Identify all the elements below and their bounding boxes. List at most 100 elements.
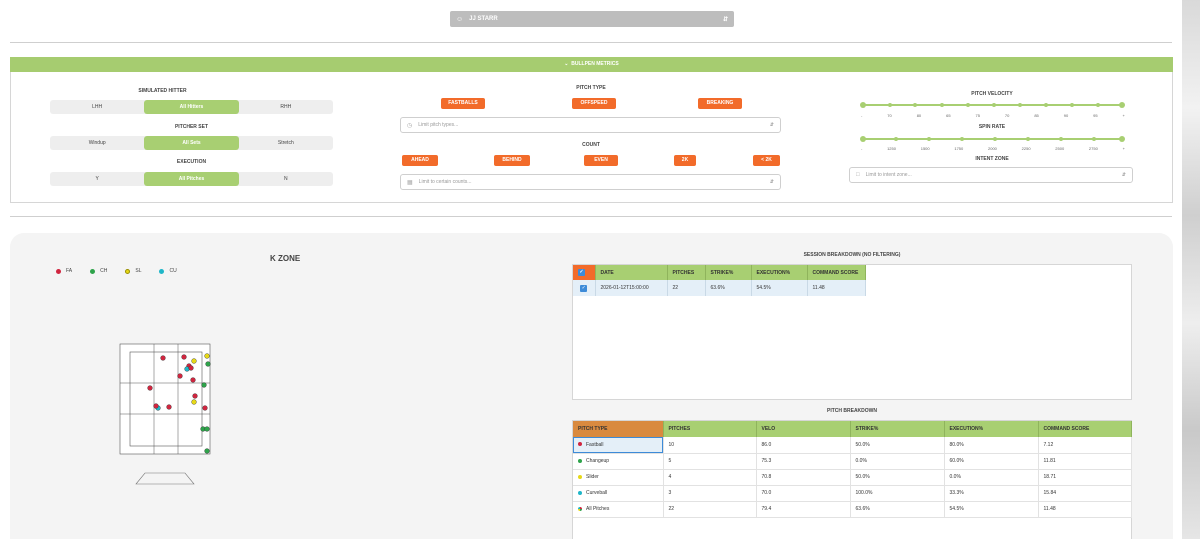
pitch-dot xyxy=(191,358,197,364)
tick-label: + xyxy=(1122,146,1125,151)
velocity-tick xyxy=(992,103,996,107)
pitch-dot xyxy=(204,448,210,454)
legend-item-sl: SL xyxy=(125,268,141,274)
user-select[interactable]: ☺ JJ STARR ⇵ xyxy=(450,11,734,27)
col-command[interactable]: COMMAND SCORE xyxy=(807,265,866,280)
velocity-tick xyxy=(888,103,892,107)
count-ahead-button[interactable]: AHEAD xyxy=(402,155,438,166)
table-row[interactable]: All Pitches 22 79.4 63.6% 54.5% 11.48 xyxy=(573,501,1132,518)
velocity-min-handle[interactable] xyxy=(860,102,866,108)
cell-execution: 60.0% xyxy=(944,453,1039,470)
multi-color-dot xyxy=(578,506,582,511)
pitcher-set-option-windup[interactable]: Windup xyxy=(50,136,144,150)
cell-pitches: 4 xyxy=(663,469,757,486)
session-table: ✓ DATE PITCHES STRIKE% EXECUTION% COMMAN… xyxy=(573,265,866,296)
legend-item-ch: CH xyxy=(90,268,107,274)
pitcher-set-option-all[interactable]: All Sets xyxy=(144,136,239,150)
bullpen-dashboard: ☺ JJ STARR ⇵ ⌄ BULLPEN METRICS SIMULATED… xyxy=(0,0,1200,539)
cell-date: 2026-01-12T15:00:00 xyxy=(595,280,668,296)
legend-label: CU xyxy=(169,268,177,274)
spin-tick xyxy=(1059,137,1063,141)
cell-velo: 79.4 xyxy=(756,501,851,518)
pitch-dot xyxy=(205,361,211,367)
col-execution[interactable]: EXECUTION% xyxy=(751,265,808,280)
count-behind-button[interactable]: BEHIND xyxy=(494,155,530,166)
pitch-type-fastballs-button[interactable]: FASTBALLS xyxy=(441,98,485,109)
count-2k-button[interactable]: 2K xyxy=(674,155,696,166)
velocity-tick xyxy=(940,103,944,107)
hitter-option-lhh[interactable]: LHH xyxy=(50,100,144,114)
pitch-type-label: Changeup xyxy=(586,458,610,464)
col-velo[interactable]: VELO xyxy=(756,421,851,437)
count-less-2k-button[interactable]: < 2K xyxy=(753,155,780,166)
intent-zone-select[interactable]: □ Limit to intent zone... ⇵ xyxy=(849,167,1133,183)
select-all-checkbox[interactable]: ✓ xyxy=(573,265,596,280)
velocity-slider[interactable] xyxy=(860,102,1125,108)
cell-pitch-type[interactable]: All Pitches xyxy=(573,501,664,518)
pitch-type-breaking-button[interactable]: BREAKING xyxy=(698,98,742,109)
count-even-button[interactable]: EVEN xyxy=(584,155,618,166)
col-date[interactable]: DATE xyxy=(595,265,668,280)
cell-pitches: 22 xyxy=(663,501,757,518)
col-pitches[interactable]: PITCHES xyxy=(663,421,757,437)
hitter-title: SIMULATED HITTER xyxy=(138,88,187,94)
hitter-option-rhh[interactable]: RHH xyxy=(239,100,333,114)
row-checkbox[interactable]: ✓ xyxy=(573,280,596,296)
cell-execution: 33.3% xyxy=(944,485,1039,502)
calendar-icon: ▦ xyxy=(407,179,413,186)
col-pitches[interactable]: PITCHES xyxy=(667,265,706,280)
pitch-type-select[interactable]: ◷ Limit pitch types... ⇵ xyxy=(400,117,781,133)
pitch-breakdown-container: PITCH TYPE PITCHES VELO STRIKE% EXECUTIO… xyxy=(572,420,1132,539)
spin-max-handle[interactable] xyxy=(1119,136,1125,142)
cell-execution: 54.5% xyxy=(944,501,1039,518)
count-select[interactable]: ▦ Limit to certain counts... ⇵ xyxy=(400,174,781,190)
legend-item-cu: CU xyxy=(159,268,177,274)
bullpen-metrics-toggle[interactable]: ⌄ BULLPEN METRICS xyxy=(10,57,1173,72)
background-edge xyxy=(1182,0,1200,539)
pitch-type-label: Fastball xyxy=(586,441,604,448)
col-strike[interactable]: STRIKE% xyxy=(705,265,752,280)
velocity-tick xyxy=(1096,103,1100,107)
table-row[interactable]: Changeup 5 75.3 0.0% 60.0% 11.81 xyxy=(573,453,1132,470)
execution-option-y[interactable]: Y xyxy=(50,172,144,186)
cell-strike: 50.0% xyxy=(850,437,945,454)
spin-slider[interactable] xyxy=(860,136,1125,142)
pitch-type-label: All Pitches xyxy=(586,506,610,512)
spin-tick xyxy=(1026,137,1030,141)
table-row[interactable]: ✓ 2026-01-12T15:00:00 22 63.6% 54.5% 11.… xyxy=(573,280,866,296)
cell-pitch-type[interactable]: Changeup xyxy=(573,453,664,470)
cell-pitch-type[interactable]: Curveball xyxy=(573,485,664,502)
pitch-color-dot xyxy=(578,458,582,463)
tick-label: 2500 xyxy=(1055,146,1065,151)
hitter-segmented: LHH All Hitters RHH xyxy=(50,100,333,114)
pitch-breakdown-title: PITCH BREAKDOWN xyxy=(827,408,877,414)
kzone-legend: FA CH SL CU xyxy=(56,268,195,274)
tick-label: 1500 xyxy=(920,146,930,151)
col-execution[interactable]: EXECUTION% xyxy=(944,421,1039,437)
col-pitch-type[interactable]: PITCH TYPE xyxy=(573,421,664,437)
pitcher-set-title: PITCHER SET xyxy=(174,124,209,130)
legend-swatch xyxy=(90,268,96,274)
velocity-max-handle[interactable] xyxy=(1119,102,1125,108)
cell-pitch-type[interactable]: Slider xyxy=(573,469,664,486)
hitter-option-all[interactable]: All Hitters xyxy=(144,100,239,114)
spin-min-handle[interactable] xyxy=(860,136,866,142)
cell-strike: 0.0% xyxy=(850,453,945,470)
execution-option-n[interactable]: N xyxy=(239,172,333,186)
chevron-updown-icon: ⇵ xyxy=(722,16,728,23)
cell-velo: 70.0 xyxy=(756,485,851,502)
legend-label: CH xyxy=(100,268,108,274)
cell-command: 15.84 xyxy=(1038,485,1132,502)
pitch-type-title: PITCH TYPE xyxy=(576,85,606,91)
spin-tick xyxy=(1092,137,1096,141)
pitcher-set-option-stretch[interactable]: Stretch xyxy=(239,136,333,150)
cell-pitch-type[interactable]: Fastball xyxy=(573,437,664,454)
pitch-type-offspeed-button[interactable]: OFFSPEED xyxy=(572,98,616,109)
execution-option-all[interactable]: All Pitches xyxy=(144,172,239,186)
table-row[interactable]: Curveball 3 70.0 100.0% 33.3% 15.84 xyxy=(573,485,1132,502)
col-strike[interactable]: STRIKE% xyxy=(850,421,945,437)
table-row[interactable]: Fastball 10 86.0 50.0% 80.0% 7.12 xyxy=(573,437,1132,454)
chevron-updown-icon: ⇵ xyxy=(1121,172,1126,178)
table-row[interactable]: Slider 4 70.8 50.0% 0.0% 18.71 xyxy=(573,469,1132,486)
col-command[interactable]: COMMAND SCORE xyxy=(1038,421,1132,437)
